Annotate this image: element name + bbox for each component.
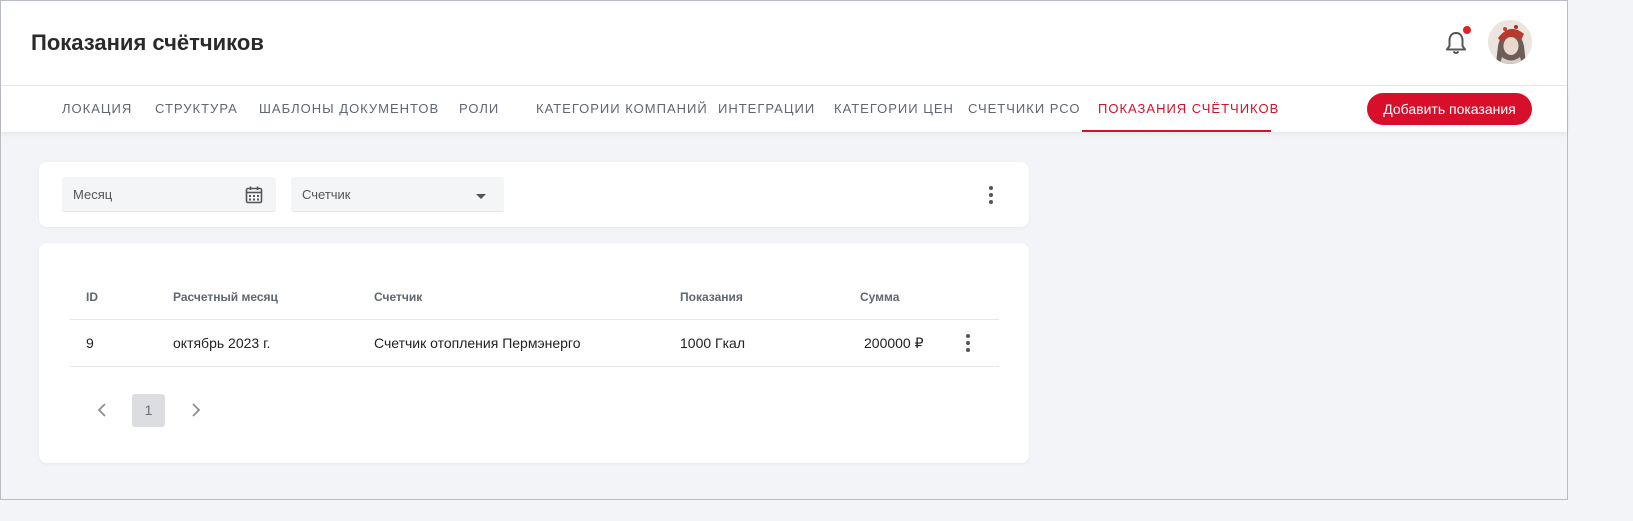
column-header-month: Расчетный месяц	[173, 290, 278, 304]
settings-tabs: ЛОКАЦИЯ СТРУКТУРА ШАБЛОНЫ ДОКУМЕНТОВ РОЛ…	[1, 86, 1567, 132]
active-tab-indicator	[1082, 130, 1271, 132]
tab-roles[interactable]: РОЛИ	[459, 86, 499, 132]
column-header-amount: Сумма	[860, 290, 900, 304]
add-readings-button[interactable]: Добавить показания	[1367, 93, 1532, 125]
meter-select[interactable]: Счетчик	[291, 177, 504, 212]
tab-company-categories[interactable]: КАТЕГОРИИ КОМПАНИЙ	[536, 86, 708, 132]
month-field[interactable]: Месяц	[62, 177, 276, 212]
cell-meter: Счетчик отопления Пермэнерго	[374, 335, 581, 351]
page-button[interactable]: 1	[132, 394, 165, 427]
row-divider	[70, 366, 999, 367]
column-header-id: ID	[86, 290, 98, 304]
chevron-left-icon[interactable]	[94, 401, 112, 419]
tab-meter-readings[interactable]: ПОКАЗАНИЯ СЧЁТЧИКОВ	[1098, 86, 1279, 132]
tab-location[interactable]: ЛОКАЦИЯ	[62, 86, 132, 132]
tab-integrations[interactable]: ИНТЕГРАЦИИ	[718, 86, 815, 132]
column-header-meter: Счетчик	[374, 290, 423, 304]
readings-table: ID Расчетный месяц Счетчик Показания Сум…	[39, 243, 1029, 463]
chevron-right-icon[interactable]	[186, 401, 204, 419]
tab-price-categories[interactable]: КАТЕГОРИИ ЦЕН	[834, 86, 954, 132]
cell-id: 9	[86, 335, 94, 351]
row-more-icon[interactable]	[958, 331, 978, 355]
calendar-icon[interactable]	[244, 185, 264, 205]
page-title: Показания счётчиков	[31, 30, 264, 55]
filter-panel: Месяц Счетчик	[39, 162, 1029, 227]
filter-more-icon[interactable]	[981, 183, 1001, 207]
avatar-image	[1488, 20, 1532, 64]
month-field-placeholder: Месяц	[73, 187, 113, 202]
tab-document-templates[interactable]: ШАБЛОНЫ ДОКУМЕНТОВ	[259, 86, 439, 132]
notification-badge	[1463, 26, 1471, 34]
cell-reading: 1000 Гкал	[680, 335, 746, 351]
header-divider	[70, 319, 999, 320]
avatar[interactable]	[1488, 20, 1532, 64]
tab-structure[interactable]: СТРУКТУРА	[155, 86, 238, 132]
column-header-reading: Показания	[680, 290, 743, 304]
cell-amount: 200000 ₽	[864, 335, 924, 351]
tab-rso-meters[interactable]: СЧЕТЧИКИ РСО	[968, 86, 1081, 132]
cell-month: октябрь 2023 г.	[173, 335, 271, 351]
meter-select-placeholder: Счетчик	[302, 187, 351, 202]
app-header: Показания счётчиков	[1, 1, 1567, 86]
caret-down-icon	[476, 194, 486, 199]
